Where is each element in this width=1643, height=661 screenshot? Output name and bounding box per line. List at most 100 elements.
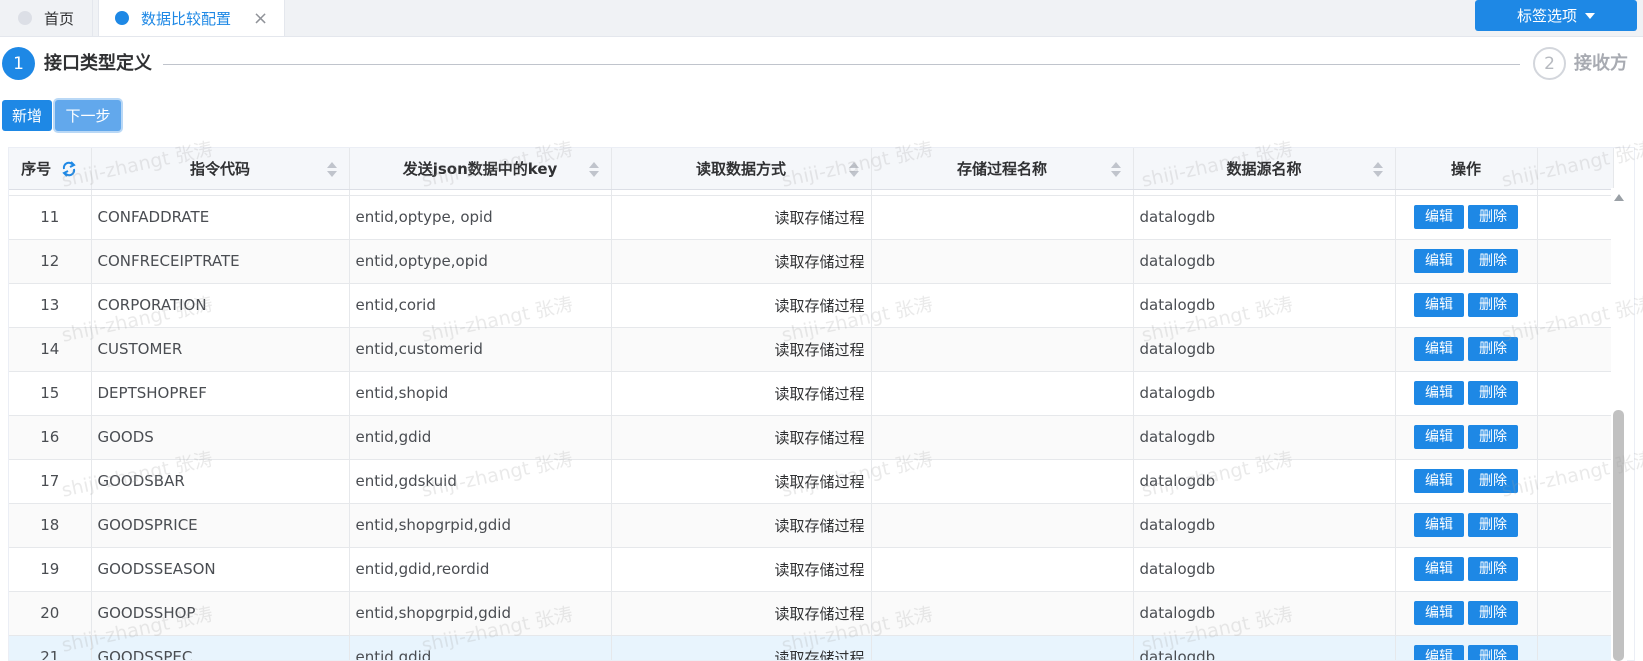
header-operations: 操作 bbox=[1395, 148, 1538, 190]
sort-caret-icon[interactable] bbox=[588, 162, 599, 178]
sort-caret-icon[interactable] bbox=[1110, 162, 1121, 178]
sort-caret-icon[interactable] bbox=[326, 162, 337, 178]
delete-button[interactable]: 删除 bbox=[1468, 513, 1518, 537]
cell-operations: 编辑 删除 bbox=[1395, 371, 1538, 416]
edit-button[interactable]: 编辑 bbox=[1414, 425, 1464, 449]
table-row[interactable]: 13 CORPORATION entid,corid 读取存储过程 datalogdb 编… bbox=[9, 283, 1614, 328]
edit-button[interactable]: 编辑 bbox=[1414, 381, 1464, 405]
cell-index: 18 bbox=[9, 503, 92, 548]
header-index[interactable]: 序号 bbox=[9, 148, 92, 190]
cell-read-mode: 读取存储过程 bbox=[611, 503, 872, 548]
delete-button[interactable]: 删除 bbox=[1468, 249, 1518, 273]
step-2-number: 2 bbox=[1533, 47, 1566, 80]
table-row[interactable]: 20 GOODSSHOP entid,shopgrpid,gdid 读取存储过程 dat… bbox=[9, 591, 1614, 636]
header-json-key[interactable]: 发送json数据中的key bbox=[349, 148, 612, 190]
cell-datasource-name: datalogdb bbox=[1133, 283, 1396, 328]
sort-caret-icon[interactable] bbox=[1372, 162, 1383, 178]
header-label: 数据源名称 bbox=[1226, 159, 1302, 178]
cell-index: 13 bbox=[9, 283, 92, 328]
edit-button[interactable]: 编辑 bbox=[1414, 469, 1464, 493]
tab-data-compare-config[interactable]: 数据比较配置 × bbox=[98, 0, 285, 36]
step-1-title: 接口类型定义 bbox=[44, 53, 152, 74]
cell-datasource-name: datalogdb bbox=[1133, 591, 1396, 636]
table-row[interactable]: 18 GOODSPRICE entid,shopgrpid,gdid 读取存储过程 da… bbox=[9, 503, 1614, 548]
header-label: 存储过程名称 bbox=[956, 159, 1047, 178]
edit-button[interactable]: 编辑 bbox=[1414, 557, 1464, 581]
sort-caret-icon[interactable] bbox=[848, 162, 859, 178]
cell-gutter bbox=[1537, 635, 1614, 660]
cell-datasource-name: datalogdb bbox=[1133, 195, 1396, 240]
table-row[interactable]: 17 GOODSBAR entid,gdskuid 读取存储过程 datalogdb 编辑… bbox=[9, 459, 1614, 504]
cell-command-code: CUSTOMER bbox=[91, 327, 350, 372]
cell-command-code: GOODSSHOP bbox=[91, 591, 350, 636]
header-label: 读取数据方式 bbox=[695, 159, 786, 178]
cell-command-code: CONFADDRATE bbox=[91, 195, 350, 240]
cell-operations: 编辑 删除 bbox=[1395, 547, 1538, 592]
table-row[interactable]: 14 CUSTOMER entid,customerid 读取存储过程 datalogd… bbox=[9, 327, 1614, 372]
edit-button[interactable]: 编辑 bbox=[1414, 601, 1464, 625]
delete-button[interactable]: 删除 bbox=[1468, 205, 1518, 229]
edit-button[interactable]: 编辑 bbox=[1414, 513, 1464, 537]
cell-index: 12 bbox=[9, 239, 92, 284]
refresh-icon[interactable] bbox=[60, 160, 78, 178]
delete-button[interactable]: 删除 bbox=[1468, 645, 1518, 660]
cell-datasource-name: datalogdb bbox=[1133, 327, 1396, 372]
cell-gutter bbox=[1537, 239, 1614, 284]
tab-status-dot-icon bbox=[115, 11, 129, 25]
delete-button[interactable]: 删除 bbox=[1468, 425, 1518, 449]
table-row[interactable]: 16 GOODS entid,gdid 读取存储过程 datalogdb 编辑 删除 bbox=[9, 415, 1614, 460]
cell-operations: 编辑 删除 bbox=[1395, 239, 1538, 284]
table-row[interactable]: 12 CONFRECEIPTRATE entid,optype,opid 读取存储过程… bbox=[9, 239, 1614, 284]
add-button[interactable]: 新增 bbox=[2, 100, 52, 131]
step-connector bbox=[163, 64, 1520, 65]
cell-operations: 编辑 删除 bbox=[1395, 327, 1538, 372]
cell-datasource-name: datalogdb bbox=[1133, 503, 1396, 548]
edit-button[interactable]: 编辑 bbox=[1414, 205, 1464, 229]
scroll-up-arrow-icon[interactable] bbox=[1614, 194, 1624, 201]
delete-button[interactable]: 删除 bbox=[1468, 293, 1518, 317]
header-datasource-name[interactable]: 数据源名称 bbox=[1133, 148, 1396, 190]
close-icon[interactable]: × bbox=[253, 8, 268, 29]
cell-gutter bbox=[1537, 283, 1614, 328]
header-command-code[interactable]: 指令代码 bbox=[91, 148, 350, 190]
cell-operations: 编辑 删除 bbox=[1395, 459, 1538, 504]
cell-json-key: entid,corid bbox=[349, 283, 612, 328]
delete-button[interactable]: 删除 bbox=[1468, 381, 1518, 405]
cell-gutter bbox=[1537, 327, 1614, 372]
table-scrollbar[interactable] bbox=[1611, 188, 1627, 661]
header-procedure-name[interactable]: 存储过程名称 bbox=[871, 148, 1134, 190]
edit-button[interactable]: 编辑 bbox=[1414, 337, 1464, 361]
cell-procedure-name bbox=[871, 239, 1134, 284]
cell-json-key: entid,customerid bbox=[349, 327, 612, 372]
header-read-mode[interactable]: 读取数据方式 bbox=[611, 148, 872, 190]
tab-home[interactable]: 首页 bbox=[0, 0, 93, 36]
next-step-button[interactable]: 下一步 bbox=[55, 100, 121, 131]
delete-button[interactable]: 删除 bbox=[1468, 601, 1518, 625]
header-label: 指令代码 bbox=[189, 159, 250, 178]
cell-procedure-name bbox=[871, 195, 1134, 240]
cell-procedure-name bbox=[871, 635, 1134, 660]
cell-command-code: CORPORATION bbox=[91, 283, 350, 328]
cell-json-key: entid,shopid bbox=[349, 371, 612, 416]
cell-operations: 编辑 删除 bbox=[1395, 591, 1538, 636]
table-row[interactable]: 19 GOODSSEASON entid,gdid,reordid 读取存储过程 dat… bbox=[9, 547, 1614, 592]
cell-gutter bbox=[1537, 415, 1614, 460]
tag-options-button[interactable]: 标签选项 bbox=[1475, 0, 1637, 31]
edit-button[interactable]: 编辑 bbox=[1414, 293, 1464, 317]
delete-button[interactable]: 删除 bbox=[1468, 469, 1518, 493]
delete-button[interactable]: 删除 bbox=[1468, 557, 1518, 581]
edit-button[interactable]: 编辑 bbox=[1414, 249, 1464, 273]
table-row[interactable]: 15 DEPTSHOPREF entid,shopid 读取存储过程 datalogdb… bbox=[9, 371, 1614, 416]
cell-procedure-name bbox=[871, 327, 1134, 372]
cell-command-code: CONFRECEIPTRATE bbox=[91, 239, 350, 284]
scroll-thumb[interactable] bbox=[1613, 410, 1624, 661]
cell-command-code: GOODSSPEC bbox=[91, 635, 350, 660]
tab-status-dot-icon bbox=[18, 11, 32, 25]
delete-button[interactable]: 删除 bbox=[1468, 337, 1518, 361]
table-row[interactable]: 11 CONFADDRATE entid,optype, opid 读取存储过程 dat… bbox=[9, 195, 1614, 240]
table-row[interactable]: 21 GOODSSPEC entid,gdid 读取存储过程 datalogdb 编辑 删除 bbox=[9, 635, 1614, 660]
caret-down-icon bbox=[1585, 12, 1595, 19]
cell-gutter bbox=[1537, 459, 1614, 504]
tag-options-label: 标签选项 bbox=[1516, 7, 1577, 25]
edit-button[interactable]: 编辑 bbox=[1414, 645, 1464, 660]
